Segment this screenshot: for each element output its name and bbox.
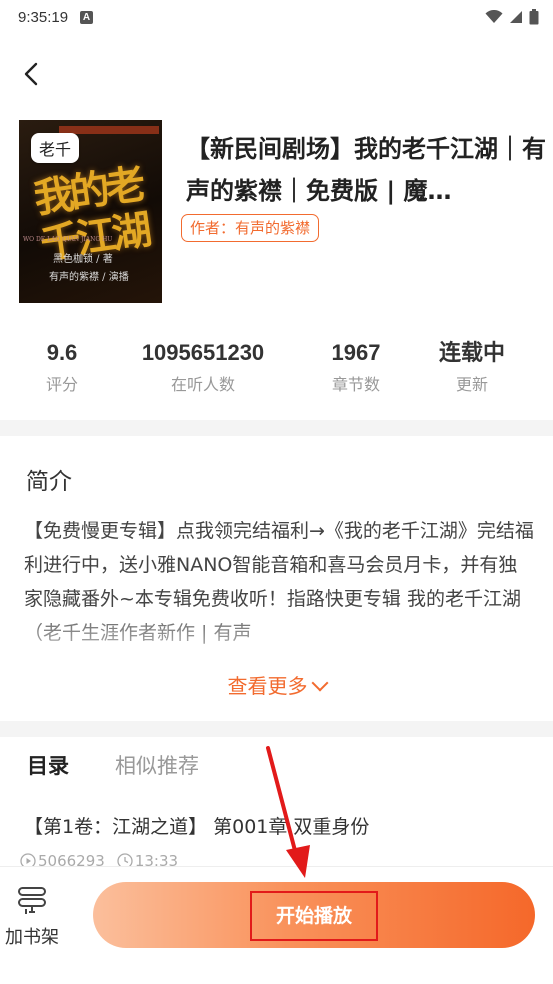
- stat-listeners: 1095651230 在听人数: [116, 336, 290, 400]
- status-bar: 9:35:19 A: [0, 0, 553, 34]
- annotation-arrow-icon: [266, 746, 310, 878]
- intro-heading: 简介: [26, 469, 72, 495]
- intro-fade: [0, 618, 553, 674]
- view-more-label: 查看更多: [227, 674, 308, 698]
- album-cover[interactable]: 老千 我的老千江湖 黑色枷锁 / 著 有声的紫襟 / 演播 WO DE LAO …: [19, 120, 162, 303]
- start-play-label[interactable]: 开始播放: [250, 891, 378, 941]
- stat-label: 评分: [45, 375, 78, 394]
- stat-value: 1095651230: [141, 340, 265, 365]
- cover-credit-author: 黑色枷锁 / 著: [53, 254, 113, 265]
- notification-badge: A: [80, 10, 94, 24]
- stat-label: 更新: [455, 375, 488, 394]
- author-tag[interactable]: 作者：有声的紫襟: [181, 214, 320, 242]
- add-to-shelf-button[interactable]: 加书架: [0, 885, 64, 949]
- section-divider: [0, 721, 553, 737]
- section-divider: [0, 420, 553, 436]
- back-arrow-icon[interactable]: [18, 58, 46, 90]
- view-more-button[interactable]: 查看更多: [0, 670, 553, 699]
- bookshelf-icon: [18, 887, 46, 914]
- signal-icon: [510, 11, 522, 23]
- tab-similar[interactable]: 相似推荐: [115, 750, 199, 780]
- cover-credit-narrator: 有声的紫襟 / 演播: [49, 272, 129, 283]
- stat-value: 9.6: [46, 340, 78, 365]
- stat-update: 连载中 更新: [422, 336, 522, 400]
- chevron-down-icon: [311, 674, 328, 692]
- add-to-shelf-label: 加书架: [5, 927, 59, 948]
- cover-tag: 老千: [31, 133, 80, 163]
- stat-value: 连载中: [438, 340, 505, 365]
- stat-label: 章节数: [331, 375, 380, 394]
- album-title: 【新民间剧场】我的老千江湖｜有声的紫襟｜免费版 | 魔…: [186, 135, 546, 205]
- stats-row: 9.6 评分 1095651230 在听人数 1967 章节数 连载中 更新: [0, 336, 553, 406]
- stat-value: 1967: [331, 340, 381, 365]
- battery-icon: [529, 9, 539, 25]
- status-time: 9:35:19: [18, 8, 69, 26]
- stat-rating: 9.6 评分: [24, 336, 100, 400]
- cover-pinyin: WO DE LAO QIAN JIANG HU: [23, 236, 113, 243]
- wifi-icon: [485, 10, 503, 23]
- stat-chapters: 1967 章节数: [306, 336, 406, 400]
- tab-catalog[interactable]: 目录: [27, 750, 69, 780]
- stat-label: 在听人数: [170, 375, 235, 394]
